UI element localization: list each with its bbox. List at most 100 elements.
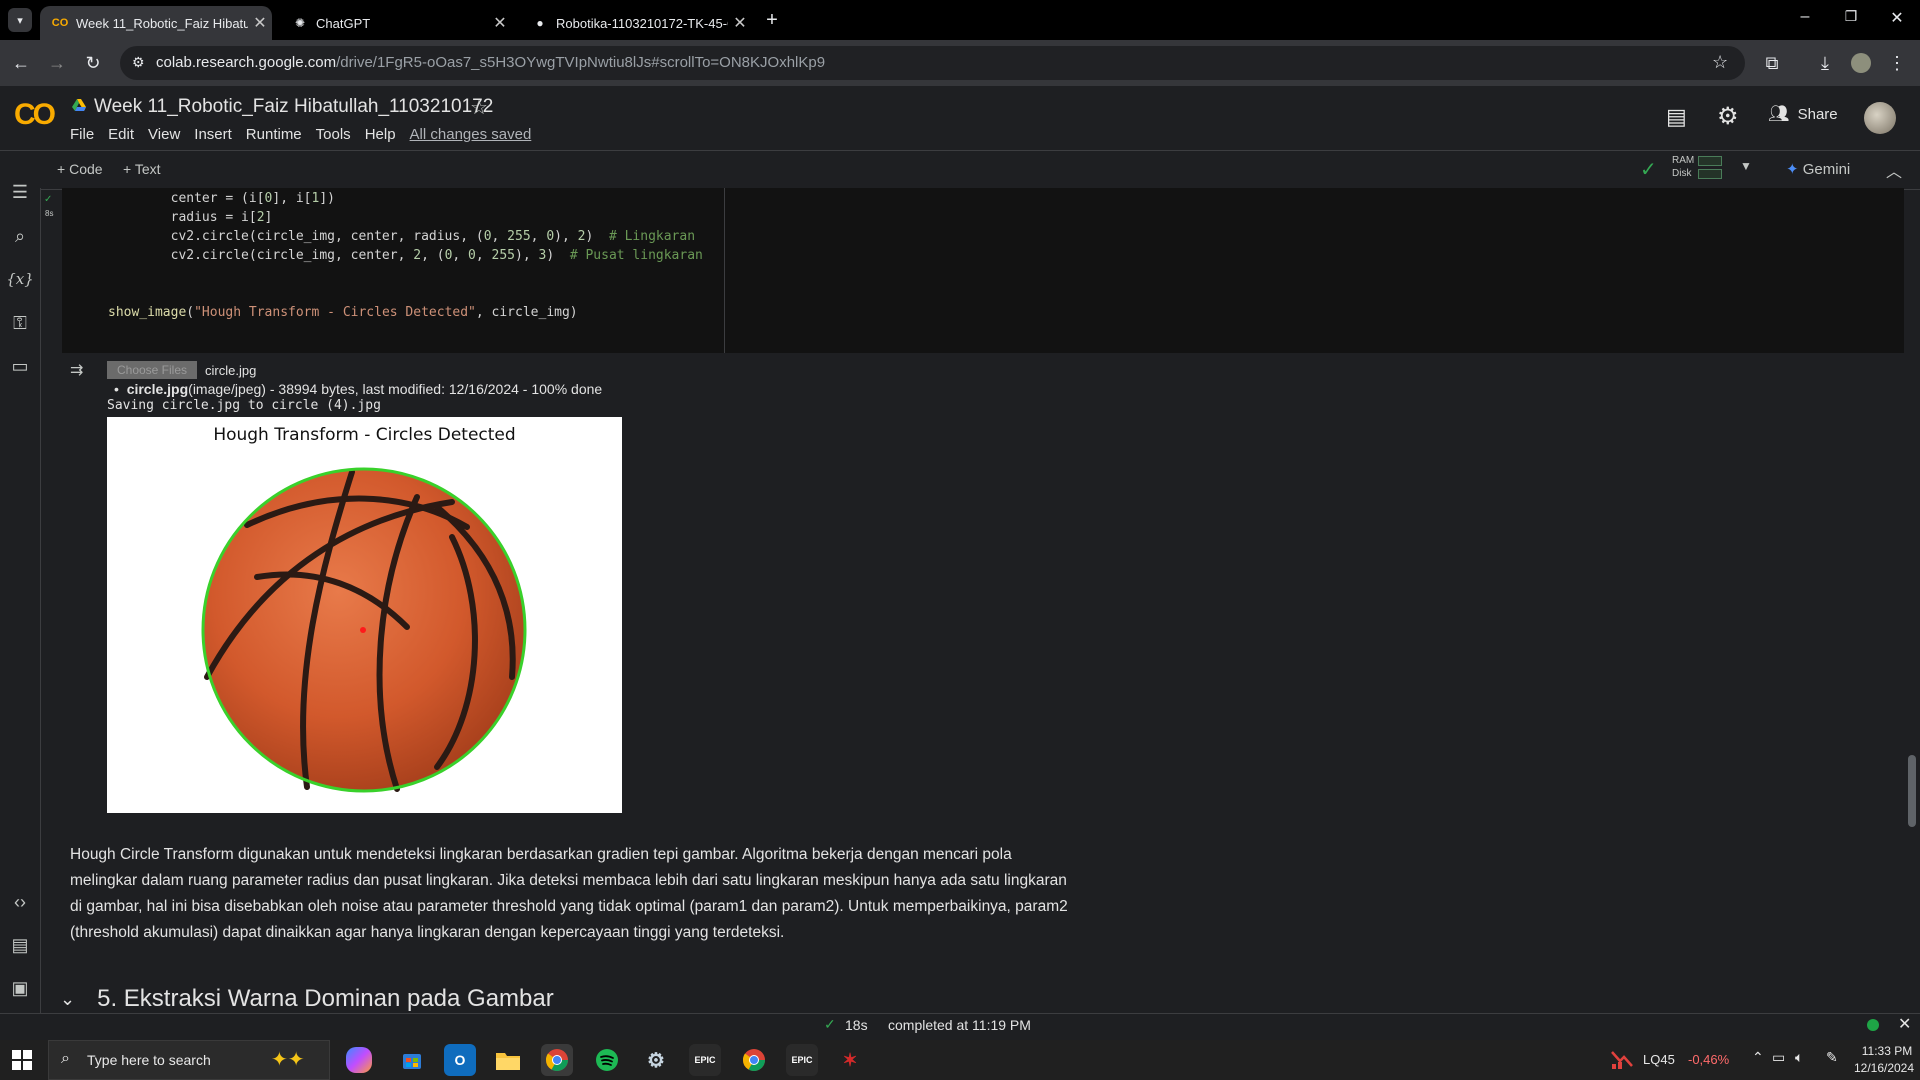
browser-menu-icon[interactable]: ⋮: [1882, 48, 1912, 78]
clock-date[interactable]: 12/16/2024: [1852, 1061, 1916, 1075]
terminal-icon[interactable]: ▣: [6, 974, 34, 1002]
runtime-status-dot: [1867, 1019, 1879, 1031]
command-palette-icon[interactable]: ▤: [6, 931, 34, 959]
code-cell-editor[interactable]: center = (i[0], i[1]) radius = i[2] cv2.…: [62, 188, 1904, 353]
gemini-sparkle-icon: ✦: [1786, 161, 1799, 178]
menu-file[interactable]: File: [70, 126, 94, 143]
comments-icon[interactable]: ▤: [1666, 104, 1687, 130]
chevron-down-icon[interactable]: ⌄: [60, 989, 75, 1010]
site-info-icon[interactable]: ⚙: [132, 54, 145, 71]
back-icon[interactable]: ←: [6, 48, 36, 78]
close-icon[interactable]: ✕: [728, 13, 752, 33]
volume-icon[interactable]: 🔈︎: [1795, 1049, 1803, 1066]
copilot-icon[interactable]: [346, 1047, 372, 1073]
account-avatar[interactable]: [1864, 102, 1896, 134]
ram-label: RAM: [1672, 155, 1695, 166]
network-icon[interactable]: ▭: [1772, 1049, 1785, 1066]
menu-tools[interactable]: Tools: [316, 126, 351, 143]
table-of-contents-icon[interactable]: ☰: [6, 178, 34, 206]
download-icon[interactable]: ⤓: [1810, 48, 1840, 78]
menu-runtime[interactable]: Runtime: [246, 126, 302, 143]
star-icon[interactable]: ☆: [470, 95, 488, 120]
code-snippets-icon[interactable]: ‹›: [6, 888, 34, 916]
pen-icon[interactable]: ✎: [1826, 1049, 1838, 1066]
spotify-icon[interactable]: [591, 1044, 623, 1076]
share-label: Share: [1797, 105, 1838, 123]
add-text-label: Text: [134, 161, 161, 177]
close-icon[interactable]: ✕: [248, 13, 272, 33]
tray-chevron-icon[interactable]: ⌃: [1752, 1049, 1764, 1066]
reload-icon[interactable]: ↻: [78, 48, 108, 78]
gemini-button[interactable]: ✦ Gemini: [1786, 160, 1850, 178]
extensions-icon[interactable]: ⧉: [1757, 48, 1787, 78]
new-tab-button[interactable]: +: [760, 8, 784, 32]
scrollbar-thumb[interactable]: [1908, 755, 1916, 827]
game-app-icon[interactable]: ✶: [834, 1044, 866, 1076]
epic-games-icon[interactable]: EPIC: [689, 1044, 721, 1076]
notebook-title[interactable]: Week 11_Robotic_Faiz Hibatullah_11032101…: [94, 96, 493, 118]
clock-time[interactable]: 11:33 PM: [1858, 1044, 1916, 1058]
search-icon: ⌕: [61, 1050, 70, 1067]
section-heading[interactable]: ⌄ 5. Ekstraksi Warna Dominan pada Gambar: [60, 985, 554, 1013]
settings-gear-icon[interactable]: ⚙: [1717, 102, 1739, 131]
menu-help[interactable]: Help: [365, 126, 396, 143]
epic-games-launcher-icon[interactable]: EPIC: [786, 1044, 818, 1076]
status-duration: 18s: [845, 1017, 868, 1033]
restore-button[interactable]: ❐: [1836, 8, 1866, 32]
address-bar[interactable]: ⚙ colab.research.google.com/drive/1FgR5-…: [120, 46, 1745, 80]
minimize-button[interactable]: –: [1790, 8, 1820, 32]
runtime-dropdown-icon[interactable]: ▼: [1740, 159, 1752, 173]
code-line-7: show_image("Hough Transform - Circles De…: [108, 305, 578, 320]
files-folder-icon[interactable]: ▭: [6, 352, 34, 380]
code-divider: [724, 188, 725, 353]
upload-detail: (image/jpeg) - 38994 bytes, last modifie…: [188, 381, 603, 397]
ram-bar: [1698, 155, 1722, 166]
url-path: /drive/1FgR5-oOas7_s5H3OYwgTVIpNwtiu8lJs…: [336, 54, 826, 71]
tab-search-button[interactable]: ▾: [8, 8, 32, 32]
steam-icon[interactable]: ⚙: [640, 1044, 672, 1076]
windows-start-icon[interactable]: [12, 1050, 32, 1070]
tab-github[interactable]: ● Robotika-1103210172-TK-45-G ✕: [520, 6, 752, 40]
chatgpt-icon: ✺: [294, 16, 306, 30]
share-button[interactable]: 👥︎ Share: [1768, 104, 1838, 124]
chrome-active-icon[interactable]: [541, 1044, 573, 1076]
close-status-icon[interactable]: ✕: [1898, 1014, 1911, 1034]
profile-avatar[interactable]: [1851, 53, 1871, 73]
chosen-file-name: circle.jpg: [205, 363, 257, 378]
output-toggle-icon[interactable]: ⇉: [70, 360, 83, 380]
colab-logo[interactable]: CO: [14, 98, 56, 132]
github-icon: ●: [536, 16, 544, 30]
add-code-button[interactable]: + Code: [57, 161, 103, 177]
menu-view[interactable]: View: [148, 126, 180, 143]
taskbar-search-box[interactable]: ⌕ Type here to search ✦✦: [48, 1040, 330, 1080]
file-explorer-icon[interactable]: [492, 1044, 524, 1076]
search-icon[interactable]: ⌕: [6, 222, 34, 250]
menu-insert[interactable]: Insert: [194, 126, 232, 143]
left-sidebar: ☰ ⌕ {x} ⚿ ▭ ‹› ▤ ▣: [0, 182, 41, 1013]
tab-colab[interactable]: CO Week 11_Robotic_Faiz Hibatullah ✕: [40, 6, 272, 40]
choose-files-button[interactable]: Choose Files: [107, 361, 197, 379]
tab-title: Week 11_Robotic_Faiz Hibatullah: [76, 15, 248, 31]
window-close-button[interactable]: ✕: [1882, 8, 1912, 32]
chrome-profile-icon[interactable]: [738, 1044, 770, 1076]
variables-icon[interactable]: {x}: [6, 265, 34, 293]
stock-ticker[interactable]: LQ45: [1643, 1052, 1675, 1067]
resource-monitor[interactable]: RAM Disk: [1672, 155, 1728, 185]
section-heading-text: 5. Ekstraksi Warna Dominan pada Gambar: [97, 985, 554, 1012]
forward-icon[interactable]: →: [42, 48, 72, 78]
add-text-button[interactable]: + Text: [123, 161, 161, 177]
markdown-cell[interactable]: Hough Circle Transform digunakan untuk m…: [70, 842, 1080, 946]
code-line-2: radius = i[2]: [108, 210, 273, 225]
people-icon: 👥︎: [1768, 104, 1790, 123]
collapse-chevron-icon[interactable]: ︿: [1886, 158, 1902, 182]
menu-edit[interactable]: Edit: [108, 126, 134, 143]
outlook-icon[interactable]: O: [444, 1044, 476, 1076]
microsoft-store-icon[interactable]: [396, 1044, 428, 1076]
save-status[interactable]: All changes saved: [410, 126, 532, 143]
tab-title: Robotika-1103210172-TK-45-G: [556, 15, 728, 31]
bookmark-star-icon[interactable]: ☆: [1712, 52, 1728, 73]
secrets-key-icon[interactable]: ⚿: [6, 309, 34, 337]
url-text: colab.research.google.com/drive/1FgR5-oO…: [156, 54, 825, 71]
close-icon[interactable]: ✕: [488, 13, 512, 33]
tab-chatgpt[interactable]: ✺ ChatGPT ✕: [280, 6, 512, 40]
